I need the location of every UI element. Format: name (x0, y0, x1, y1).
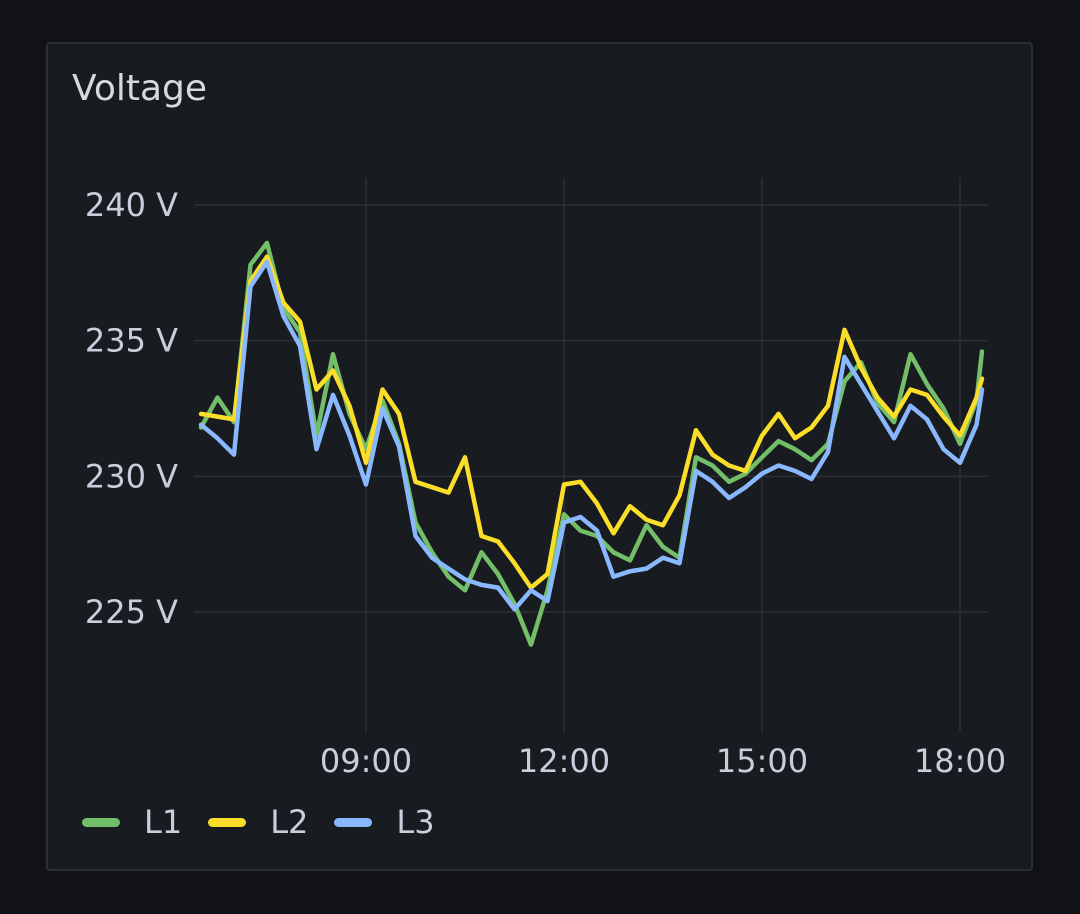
y-tick-label: 235 V (85, 322, 178, 360)
x-tick-label: 18:00 (914, 742, 1006, 780)
x-tick-label: 12:00 (518, 742, 610, 780)
voltage-chart: 225 V 230 V 235 V 240 V 09:00 12:00 15:00 18:00 (85, 178, 1006, 780)
x-tick-label: 15:00 (716, 742, 808, 780)
x-tick-label: 09:00 (320, 742, 412, 780)
y-tick-label: 225 V (85, 593, 178, 631)
y-tick-label: 240 V (85, 186, 178, 224)
y-tick-label: 230 V (85, 457, 178, 495)
